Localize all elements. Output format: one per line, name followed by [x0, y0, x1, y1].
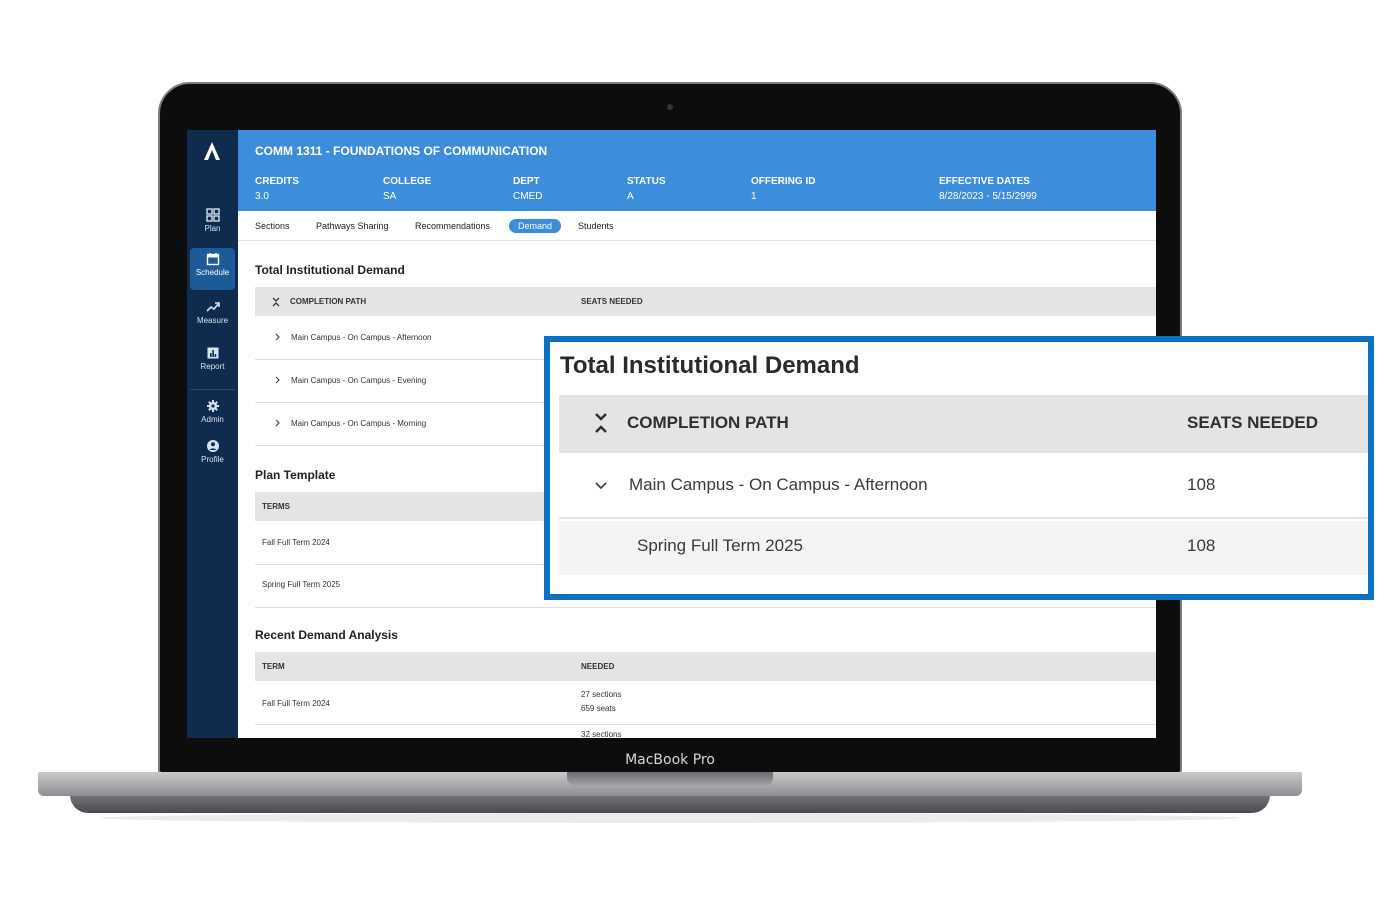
collapse-all-icon[interactable]: [594, 412, 608, 434]
completion-path-cell: Main Campus - On Campus - Morning: [291, 419, 427, 428]
sidebar-item-label: Schedule: [195, 268, 230, 277]
term-cell: Spring Full Term 2025: [262, 580, 341, 589]
table-row[interactable]: 32 sections: [255, 725, 1156, 738]
tab-pathways-sharing[interactable]: Pathways Sharing: [307, 219, 398, 233]
meta-label: EFFECTIVE DATES: [939, 176, 1030, 187]
course-title: COMM 1311 - FOUNDATIONS OF COMMUNICATION: [255, 144, 548, 158]
chevron-right-icon[interactable]: [275, 333, 281, 341]
chevron-right-icon[interactable]: [275, 376, 281, 384]
chevron-right-icon[interactable]: [275, 419, 281, 427]
meta-value: 3.0: [255, 191, 269, 202]
meta-label: COLLEGE: [383, 176, 432, 187]
meta-value: SA: [383, 191, 397, 202]
app-logo-icon[interactable]: [202, 140, 222, 162]
laptop-notch: [567, 772, 773, 787]
laptop-shadow: [100, 813, 1240, 823]
sidebar-item-profile[interactable]: Profile: [190, 435, 235, 477]
sections-needed: 32 sections: [581, 730, 622, 738]
seats-needed-cell: 108: [1187, 475, 1216, 494]
demand-section-title: Total Institutional Demand: [255, 263, 405, 277]
sidebar-item-measure[interactable]: Measure: [190, 296, 235, 338]
term-sub-row: Spring Full Term 2025 108: [559, 521, 1368, 575]
seats-needed-cell: 108: [1187, 536, 1216, 555]
tab-sections[interactable]: Sections: [246, 219, 299, 233]
meta-label: DEPT: [513, 176, 540, 187]
sidebar-divider: [190, 389, 235, 390]
term-cell: Fall Full Term 2024: [262, 538, 330, 547]
meta-value: 1: [751, 191, 757, 202]
meta-label: OFFERING ID: [751, 176, 816, 187]
collapse-all-icon[interactable]: [272, 297, 280, 307]
col-needed[interactable]: NEEDED: [581, 662, 614, 671]
meta-status: STATUS A: [627, 174, 666, 204]
term-cell: Spring Full Term 2025: [637, 536, 803, 555]
col-seats-needed[interactable]: SEATS NEEDED: [581, 297, 643, 306]
tab-recommendations[interactable]: Recommendations: [406, 219, 499, 233]
meta-college: COLLEGE SA: [383, 174, 431, 204]
completion-path-cell: Main Campus - On Campus - Evening: [291, 376, 427, 385]
tab-demand[interactable]: Demand: [509, 219, 562, 233]
sidebar-item-label: Report: [200, 362, 225, 371]
callout-title: Total Institutional Demand: [560, 352, 860, 379]
col-terms[interactable]: TERMS: [262, 502, 290, 511]
user-icon: [206, 440, 219, 452]
term-cell: Fall Full Term 2024: [262, 699, 330, 708]
camera-dot: [667, 104, 673, 110]
col-completion-path[interactable]: COMPLETION PATH: [627, 413, 789, 433]
demand-table-header: COMPLETION PATH SEATS NEEDED: [255, 287, 1156, 316]
col-completion-path[interactable]: COMPLETION PATH: [290, 297, 366, 306]
col-seats-needed[interactable]: SEATS NEEDED: [1187, 413, 1318, 433]
sidebar: Plan Schedule Measure Report Admin Profi…: [187, 130, 238, 738]
meta-label: STATUS: [627, 176, 666, 187]
zoom-callout: Total Institutional Demand COMPLETION PA…: [544, 336, 1374, 600]
brand-label: MacBook Pro: [625, 752, 715, 768]
seats-needed: 659 seats: [581, 704, 616, 713]
meta-effective-dates: EFFECTIVE DATES 8/28/2023 - 5/15/2999: [939, 174, 1037, 204]
col-term[interactable]: TERM: [262, 662, 285, 671]
table-row[interactable]: Fall Full Term 2024 27 sections 659 seat…: [255, 682, 1156, 725]
gear-icon: [206, 400, 219, 412]
sidebar-item-report[interactable]: Report: [190, 342, 235, 384]
meta-label: CREDITS: [255, 176, 299, 187]
course-header: COMM 1311 - FOUNDATIONS OF COMMUNICATION…: [238, 130, 1156, 211]
meta-value: 8/28/2023 - 5/15/2999: [939, 191, 1037, 202]
calendar-icon: [206, 253, 219, 266]
tab-bar: Sections Pathways Sharing Recommendation…: [238, 211, 1156, 241]
plan-template-title: Plan Template: [255, 468, 336, 482]
laptop-base-bottom: [70, 795, 1270, 813]
bar-chart-icon: [207, 347, 218, 359]
tab-students[interactable]: Students: [569, 219, 623, 233]
grid-icon: [205, 208, 220, 222]
recent-demand-header: TERM NEEDED: [255, 652, 1156, 681]
sidebar-item-schedule[interactable]: Schedule: [190, 248, 235, 290]
sidebar-item-label: Profile: [201, 455, 224, 464]
sidebar-item-admin[interactable]: Admin: [190, 395, 235, 437]
sidebar-item-label: Admin: [201, 415, 224, 424]
meta-value: CMED: [513, 191, 543, 202]
chevron-down-icon[interactable]: [594, 481, 608, 491]
sections-needed: 27 sections: [581, 690, 622, 699]
recent-demand-title: Recent Demand Analysis: [255, 628, 398, 642]
meta-dept: DEPT CMED: [513, 174, 542, 204]
marketing-stage: MacBook Pro Plan Schedule Measure Report…: [0, 0, 1400, 900]
trend-icon: [205, 302, 220, 312]
sidebar-item-label: Measure: [196, 316, 229, 325]
expanded-row[interactable]: Main Campus - On Campus - Afternoon 108: [559, 453, 1368, 519]
meta-offering-id: OFFERING ID 1: [751, 174, 815, 204]
callout-table-header: COMPLETION PATH SEATS NEEDED: [559, 395, 1368, 453]
sidebar-item-label: Plan: [204, 224, 221, 233]
completion-path-cell: Main Campus - On Campus - Afternoon: [291, 333, 432, 342]
meta-value: A: [627, 191, 634, 202]
meta-credits: CREDITS 3.0: [255, 174, 299, 204]
completion-path-cell: Main Campus - On Campus - Afternoon: [629, 475, 928, 494]
sidebar-item-plan[interactable]: Plan: [190, 204, 235, 246]
